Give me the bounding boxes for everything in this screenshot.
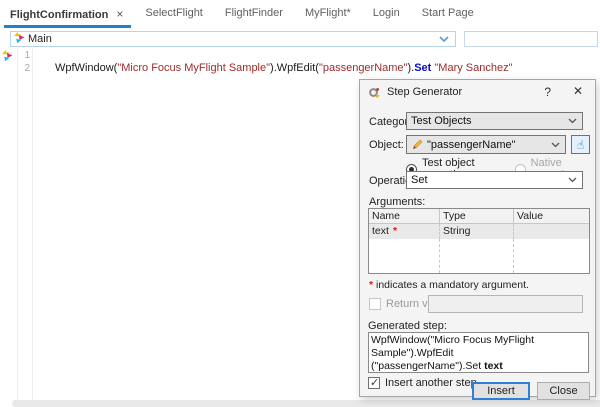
step-generator-icon bbox=[368, 86, 381, 102]
argument-value-cell[interactable] bbox=[514, 224, 589, 239]
table-empty-area bbox=[369, 239, 589, 273]
code-token: ).WpfEdit( bbox=[270, 62, 319, 74]
generated-step-line: ("passengerName").Set text bbox=[371, 360, 586, 373]
tab-login[interactable]: Login bbox=[373, 7, 400, 26]
generated-step-line: WpfWindow("Micro Focus MyFlight Sample")… bbox=[371, 334, 586, 360]
argument-type-cell: String bbox=[440, 224, 514, 239]
code-token: WpfWindow( bbox=[55, 62, 117, 74]
mandatory-note: * indicates a mandatory argument. bbox=[369, 279, 529, 291]
close-icon[interactable]: ✕ bbox=[573, 84, 583, 98]
code-token-string: "passengerName" bbox=[319, 62, 408, 74]
tab-flightfinder[interactable]: FlightFinder bbox=[225, 7, 283, 26]
action-icon bbox=[13, 31, 26, 47]
pointing-hand-icon: ☝ bbox=[577, 138, 584, 152]
action-icon bbox=[1, 49, 14, 67]
gutter-divider bbox=[17, 48, 18, 400]
tab-flightconfirmation[interactable]: FlightConfirmation × bbox=[10, 7, 123, 28]
generated-step-label: Generated step: bbox=[368, 320, 447, 332]
action-bar: Main bbox=[0, 31, 600, 48]
operation-select[interactable]: Set bbox=[406, 171, 583, 189]
argument-name-cell: text* bbox=[369, 224, 440, 239]
column-header-value: Value bbox=[514, 209, 589, 223]
dialog-title: Step Generator bbox=[387, 86, 462, 98]
chevron-down-icon bbox=[568, 118, 577, 124]
object-select[interactable]: "passengerName" bbox=[406, 135, 566, 154]
object-value: "passengerName" bbox=[427, 139, 516, 151]
column-header-type: Type bbox=[440, 209, 514, 223]
generated-step-argument: text bbox=[484, 360, 503, 372]
line-number: 2 bbox=[18, 63, 30, 74]
code-token-string: "Micro Focus MyFlight Sample" bbox=[117, 62, 270, 74]
help-icon[interactable]: ? bbox=[544, 85, 551, 99]
horizontal-scrollbar[interactable] bbox=[12, 400, 600, 407]
tab-startpage[interactable]: Start Page bbox=[422, 7, 474, 26]
uft-editor-screen: FlightConfirmation × SelectFlight FlightF… bbox=[0, 0, 600, 407]
gutter-divider bbox=[32, 48, 33, 400]
operation-value: Set bbox=[411, 174, 428, 186]
insert-another-step-row: Insert another step bbox=[368, 377, 477, 389]
object-label: Object: bbox=[369, 139, 404, 151]
secondary-toolbar-field[interactable] bbox=[464, 31, 598, 47]
chevron-down-icon bbox=[439, 36, 449, 43]
category-select[interactable]: Test Objects bbox=[406, 112, 583, 130]
generated-step-box[interactable]: WpfWindow("Micro Focus MyFlight Sample")… bbox=[368, 332, 589, 373]
arguments-table-header: Name Type Value bbox=[369, 209, 589, 224]
chevron-down-icon bbox=[551, 142, 560, 148]
insert-another-step-label: Insert another step bbox=[385, 377, 477, 389]
edit-pencil-icon bbox=[411, 139, 423, 151]
select-object-pointer-button[interactable]: ☝ bbox=[571, 135, 590, 154]
action-selector[interactable]: Main bbox=[10, 31, 456, 47]
tab-selectflight[interactable]: SelectFlight bbox=[145, 7, 202, 26]
step-generator-dialog: Step Generator ? ✕ Category: Test Object… bbox=[359, 79, 596, 397]
table-row[interactable]: text* String bbox=[369, 224, 589, 239]
close-tab-icon[interactable]: × bbox=[116, 7, 123, 21]
tab-myflight[interactable]: MyFlight* bbox=[305, 7, 351, 26]
column-header-name: Name bbox=[369, 209, 440, 223]
code-token-string: "Mary Sanchez" bbox=[431, 62, 512, 74]
return-value-checkbox bbox=[369, 298, 381, 310]
close-button[interactable]: Close bbox=[537, 382, 590, 400]
insert-button[interactable]: Insert bbox=[472, 382, 530, 400]
action-selector-value: Main bbox=[28, 33, 52, 45]
category-value: Test Objects bbox=[411, 115, 472, 127]
arguments-label: Arguments: bbox=[369, 196, 425, 208]
insert-another-step-checkbox[interactable] bbox=[368, 377, 380, 389]
tab-label: FlightConfirmation bbox=[10, 9, 108, 21]
chevron-down-icon bbox=[568, 177, 577, 183]
arguments-table: Name Type Value text* String bbox=[368, 208, 590, 274]
line-number: 1 bbox=[18, 50, 30, 61]
code-token-keyword: Set bbox=[414, 62, 431, 74]
mandatory-star: * bbox=[393, 225, 397, 237]
code-editor-line[interactable]: WpfWindow("Micro Focus MyFlight Sample")… bbox=[55, 62, 513, 74]
document-tabbar: FlightConfirmation × SelectFlight FlightF… bbox=[0, 0, 600, 29]
return-value-field bbox=[428, 295, 583, 313]
